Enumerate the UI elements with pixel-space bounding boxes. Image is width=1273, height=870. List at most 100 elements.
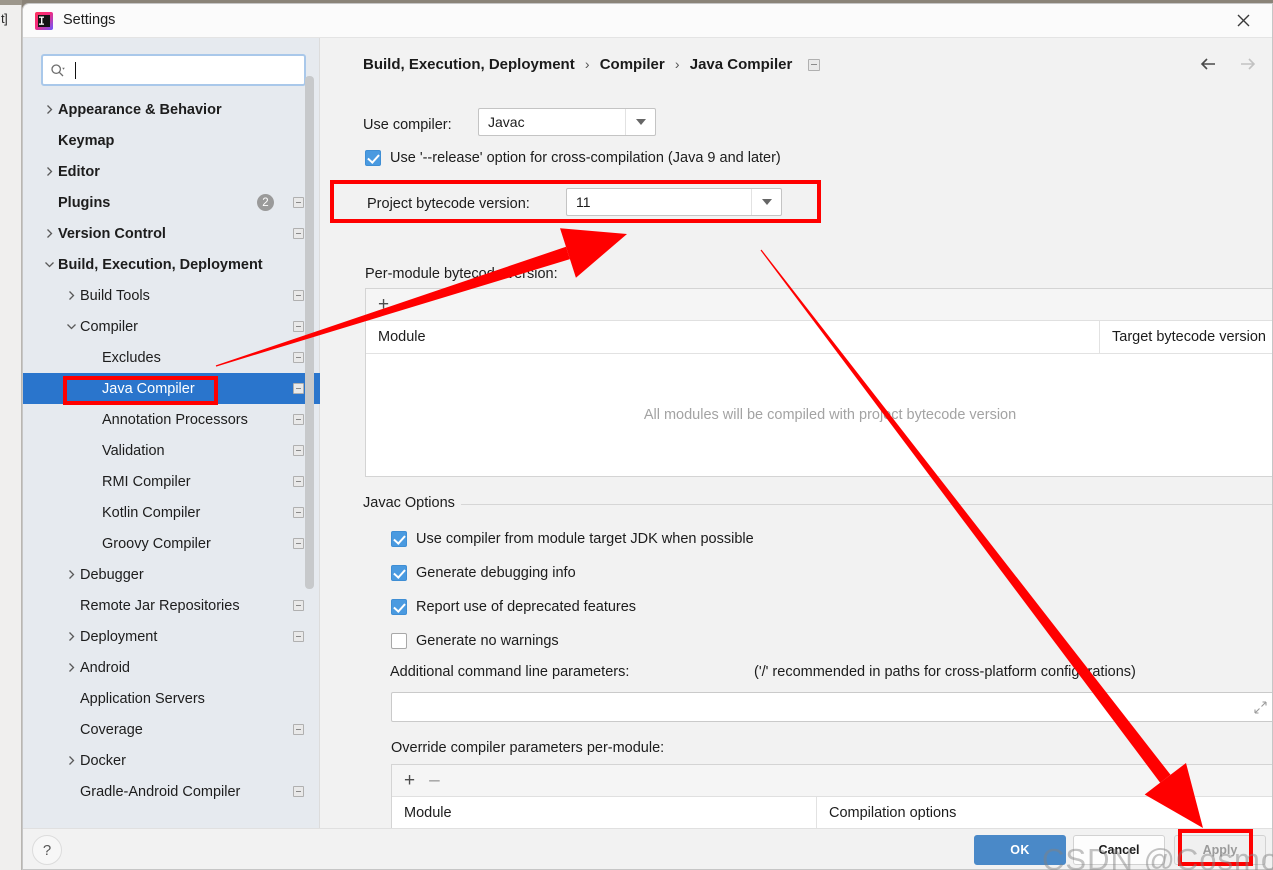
sidebar-item-docker[interactable]: Docker [23,745,320,776]
sidebar-item-editor[interactable]: Editor [23,156,320,187]
apply-button[interactable]: Apply [1174,835,1266,865]
chevron-right-icon[interactable] [63,629,79,645]
config-scope-icon[interactable] [293,631,304,642]
config-scope-icon[interactable] [293,228,304,239]
sidebar-scrollbar-track[interactable] [305,38,317,772]
javac-option-row-2[interactable]: Report use of deprecated features [391,599,636,615]
back-arrow-icon[interactable] [1196,52,1220,76]
remove-module-button[interactable]: – [403,295,414,314]
report-deprecated-checkbox[interactable] [391,599,407,615]
sidebar-item-label: Deployment [80,628,158,645]
settings-tree[interactable]: Appearance & Behavior Keymap Editor Plugins… [23,94,320,828]
sidebar-item-excludes[interactable]: Excludes [23,342,320,373]
breadcrumb: Build, Execution, Deployment › Compiler … [363,56,821,73]
sidebar-item-java-compiler[interactable]: Java Compiler [23,373,320,404]
sidebar-item-annotation-processors[interactable]: Annotation Processors [23,404,320,435]
sidebar-item-remote-jar-repositories[interactable]: Remote Jar Repositories [23,590,320,621]
add-override-button[interactable]: + [404,771,415,790]
sidebar-item-plugins[interactable]: Plugins 2 [23,187,320,218]
report-deprecated-label: Report use of deprecated features [416,599,637,615]
chevron-right-icon[interactable] [63,753,79,769]
config-scope-icon[interactable] [293,352,304,363]
config-scope-icon[interactable] [293,290,304,301]
override-table-header: Module Compilation options [392,797,1272,828]
config-scope-icon[interactable] [293,600,304,611]
additional-params-input[interactable] [391,692,1272,722]
javac-option-row-0[interactable]: Use compiler from module target JDK when… [391,531,754,547]
sidebar-item-application-servers[interactable]: Application Servers [23,683,320,714]
chevron-right-icon[interactable] [41,164,57,180]
chevron-right-icon[interactable] [63,288,79,304]
use-module-target-jdk-checkbox[interactable] [391,531,407,547]
config-scope-icon[interactable] [293,321,304,332]
sidebar-item-rmi-compiler[interactable]: RMI Compiler [23,466,320,497]
sidebar-item-label: Editor [58,163,100,180]
sidebar-item-coverage[interactable]: Coverage [23,714,320,745]
config-scope-icon[interactable] [293,383,304,394]
breadcrumb-part-2[interactable]: Compiler [600,56,665,73]
navigation-arrows [1196,52,1260,76]
column-header-target-bytecode[interactable]: Target bytecode version [1099,321,1272,353]
breadcrumb-config-icon[interactable] [808,59,821,71]
config-scope-icon[interactable] [293,507,304,518]
override-params-label: Override compiler parameters per-module: [391,740,665,756]
javac-options-divider [461,504,1272,505]
release-option-checkbox[interactable] [365,150,381,166]
search-input[interactable] [76,60,296,82]
sidebar-item-keymap[interactable]: Keymap [23,125,320,156]
chevron-right-icon[interactable] [41,226,57,242]
sidebar-item-kotlin-compiler[interactable]: Kotlin Compiler [23,497,320,528]
breadcrumb-part-1[interactable]: Build, Execution, Deployment [363,56,575,73]
sidebar-item-compiler[interactable]: Compiler [23,311,320,342]
config-scope-icon[interactable] [293,414,304,425]
release-option-row[interactable]: Use '--release' option for cross-compila… [365,150,781,166]
sidebar-scrollbar-thumb[interactable] [305,76,314,589]
sidebar-item-groovy-compiler[interactable]: Groovy Compiler [23,528,320,559]
add-module-button[interactable]: + [378,295,389,314]
sidebar-item-build-tools[interactable]: Build Tools [23,280,320,311]
config-scope-icon[interactable] [293,445,304,456]
sidebar-item-build-execution-deployment[interactable]: Build, Execution, Deployment [23,249,320,280]
use-compiler-row: Use compiler: [363,116,452,134]
chevron-down-icon[interactable] [41,257,57,273]
chevron-right-icon[interactable] [63,567,79,583]
config-scope-icon[interactable] [293,724,304,735]
column-header-module-override[interactable]: Module [392,797,816,828]
cancel-button[interactable]: Cancel [1073,835,1165,865]
search-box[interactable] [41,54,306,86]
sidebar-item-android[interactable]: Android [23,652,320,683]
per-module-bytecode-table[interactable]: + – Module Target bytecode version All m… [365,288,1272,477]
sidebar-item-version-control[interactable]: Version Control [23,218,320,249]
generate-debugging-info-checkbox[interactable] [391,565,407,581]
project-bytecode-dropdown[interactable]: 11 [566,188,782,216]
column-header-compilation-options[interactable]: Compilation options [816,797,1272,828]
config-scope-icon[interactable] [293,786,304,797]
config-scope-icon[interactable] [293,476,304,487]
column-header-module[interactable]: Module [366,321,1099,353]
sidebar-item-gradle-android-compiler[interactable]: Gradle-Android Compiler [23,776,320,807]
sidebar-item-label: Remote Jar Repositories [80,597,240,614]
override-params-table[interactable]: + – Module Compilation options Additiona… [391,764,1272,828]
chevron-right-icon[interactable] [41,102,57,118]
sidebar-item-appearance-behavior[interactable]: Appearance & Behavior [23,94,320,125]
forward-arrow-icon[interactable] [1236,52,1260,76]
sidebar-item-deployment[interactable]: Deployment [23,621,320,652]
screenshot-root: t] Settings Appearance & Behavior Keymap… [0,0,1273,870]
breadcrumb-part-3[interactable]: Java Compiler [690,56,793,73]
javac-option-row-1[interactable]: Generate debugging info [391,565,576,581]
sidebar-item-validation[interactable]: Validation [23,435,320,466]
sidebar-item-debugger[interactable]: Debugger [23,559,320,590]
javac-option-row-3[interactable]: Generate no warnings [391,633,559,649]
close-icon[interactable] [1222,4,1264,37]
help-button[interactable]: ? [32,835,62,865]
expand-icon[interactable] [1254,701,1267,714]
generate-no-warnings-checkbox[interactable] [391,633,407,649]
chevron-down-icon[interactable] [63,319,79,335]
chevron-right-icon[interactable] [63,660,79,676]
remove-override-button[interactable]: – [429,771,440,790]
config-scope-icon[interactable] [293,538,304,549]
ok-button[interactable]: OK [974,835,1066,865]
use-compiler-dropdown[interactable]: Javac [478,108,656,136]
config-scope-icon[interactable] [293,197,304,208]
